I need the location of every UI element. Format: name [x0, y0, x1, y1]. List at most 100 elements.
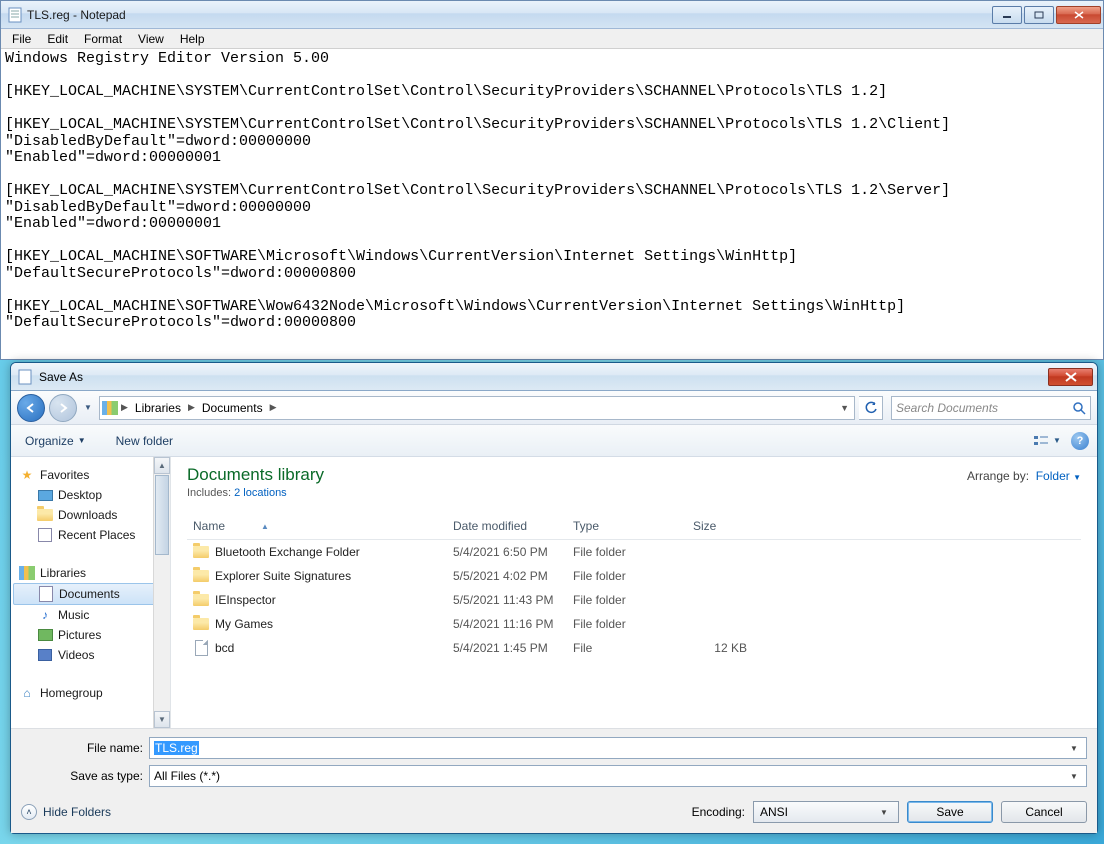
sidebar-recent-places[interactable]: Recent Places: [11, 525, 170, 545]
sidebar-scrollbar[interactable]: ▲ ▼: [153, 457, 170, 728]
breadcrumb-documents[interactable]: Documents: [198, 401, 267, 415]
table-row[interactable]: bcd5/4/2021 1:45 PMFile12 KB: [187, 636, 1081, 660]
notepad-titlebar[interactable]: TLS.reg - Notepad: [1, 1, 1103, 29]
sidebar-pictures[interactable]: Pictures: [11, 625, 170, 645]
scroll-down-button[interactable]: ▼: [154, 711, 170, 728]
sidebar-documents[interactable]: Documents: [13, 583, 168, 605]
saveas-titlebar[interactable]: Save As: [11, 363, 1097, 391]
column-name[interactable]: Name▲: [187, 517, 447, 535]
locations-link[interactable]: 2 locations: [234, 487, 287, 499]
new-folder-button[interactable]: New folder: [110, 430, 179, 452]
sidebar-homegroup[interactable]: ⌂Homegroup: [11, 683, 170, 703]
search-input[interactable]: Search Documents: [891, 396, 1091, 420]
maximize-button[interactable]: [1024, 6, 1054, 24]
saveas-title: Save As: [37, 370, 1048, 384]
saveas-close-button[interactable]: [1048, 368, 1093, 386]
music-icon: ♪: [37, 607, 53, 623]
notepad-title: TLS.reg - Notepad: [27, 8, 990, 22]
save-as-dialog: Save As ▼ ▶ Libraries ▶ Documents ▶ ▼ Se…: [10, 362, 1098, 834]
breadcrumb[interactable]: ▶ Libraries ▶ Documents ▶ ▼: [99, 396, 855, 420]
menu-format[interactable]: Format: [77, 30, 129, 48]
nav-back-button[interactable]: [17, 394, 45, 422]
file-type: File folder: [567, 544, 687, 560]
file-type: File folder: [567, 616, 687, 632]
hide-folders-button[interactable]: ˄ Hide Folders: [21, 804, 111, 820]
chevron-up-icon: ˄: [21, 804, 37, 820]
search-icon: [1072, 401, 1086, 415]
scroll-thumb[interactable]: [155, 475, 169, 555]
pictures-icon: [37, 627, 53, 643]
sidebar: ★Favorites Desktop Downloads Recent Plac…: [11, 457, 171, 728]
library-subtitle: Includes: 2 locations: [187, 487, 1081, 499]
file-type: File folder: [567, 592, 687, 608]
saveas-toolbar: Organize ▼ New folder ▼ ?: [11, 425, 1097, 457]
breadcrumb-libraries[interactable]: Libraries: [131, 401, 185, 415]
file-size: [687, 623, 767, 625]
column-type[interactable]: Type: [567, 517, 687, 535]
file-name: Explorer Suite Signatures: [215, 569, 351, 583]
savetype-combo[interactable]: All Files (*.*) ▼: [149, 765, 1087, 787]
filename-input[interactable]: TLS.reg ▼: [149, 737, 1087, 759]
folder-icon: [193, 592, 209, 608]
minimize-button[interactable]: [992, 6, 1022, 24]
table-row[interactable]: My Games5/4/2021 11:16 PMFile folder: [187, 612, 1081, 636]
filename-value: TLS.reg: [154, 741, 199, 755]
nav-forward-button[interactable]: [49, 394, 77, 422]
chevron-right-icon[interactable]: ▶: [118, 402, 131, 413]
file-icon: [193, 640, 209, 656]
chevron-down-icon[interactable]: ▼: [876, 803, 892, 821]
refresh-button[interactable]: [859, 396, 883, 420]
save-button[interactable]: Save: [907, 801, 993, 823]
view-options-button[interactable]: ▼: [1029, 430, 1065, 452]
file-date: 5/4/2021 6:50 PM: [447, 544, 567, 560]
column-size[interactable]: Size: [687, 517, 767, 535]
sidebar-music[interactable]: ♪Music: [11, 605, 170, 625]
folder-icon: [193, 544, 209, 560]
chevron-down-icon[interactable]: ▼: [1066, 767, 1082, 785]
table-row[interactable]: Bluetooth Exchange Folder 5/4/2021 6:50 P…: [187, 540, 1081, 564]
star-icon: ★: [19, 467, 35, 483]
scroll-up-button[interactable]: ▲: [154, 457, 170, 474]
recent-icon: [37, 527, 53, 543]
savetype-value: All Files (*.*): [154, 769, 220, 783]
menu-file[interactable]: File: [5, 30, 38, 48]
menu-edit[interactable]: Edit: [40, 30, 75, 48]
close-button[interactable]: [1056, 6, 1101, 24]
notepad-menubar: File Edit Format View Help: [1, 29, 1103, 49]
sidebar-favorites[interactable]: ★Favorites: [11, 465, 170, 485]
help-button[interactable]: ?: [1071, 432, 1089, 450]
sidebar-downloads[interactable]: Downloads: [11, 505, 170, 525]
sidebar-desktop[interactable]: Desktop: [11, 485, 170, 505]
table-row[interactable]: Explorer Suite Signatures5/5/2021 4:02 P…: [187, 564, 1081, 588]
sidebar-videos[interactable]: Videos: [11, 645, 170, 665]
menu-help[interactable]: Help: [173, 30, 212, 48]
folder-icon: [193, 568, 209, 584]
notepad-window: TLS.reg - Notepad File Edit Format View …: [0, 0, 1104, 360]
file-date: 5/4/2021 1:45 PM: [447, 640, 567, 656]
file-size: [687, 551, 767, 553]
chevron-right-icon[interactable]: ▶: [185, 402, 198, 413]
nav-history-dropdown[interactable]: ▼: [81, 396, 95, 420]
chevron-down-icon[interactable]: ▼: [1066, 739, 1082, 757]
breadcrumb-dropdown-icon[interactable]: ▼: [837, 403, 852, 413]
chevron-right-icon[interactable]: ▶: [267, 402, 280, 413]
cancel-button[interactable]: Cancel: [1001, 801, 1087, 823]
table-header: Name▲ Date modified Type Size: [187, 513, 1081, 540]
column-date[interactable]: Date modified: [447, 517, 567, 535]
file-name: Bluetooth Exchange Folder: [215, 545, 360, 559]
libraries-icon: [19, 565, 35, 581]
table-row[interactable]: IEInspector5/5/2021 11:43 PMFile folder: [187, 588, 1081, 612]
folder-icon: [193, 616, 209, 632]
file-type: File: [567, 640, 687, 656]
savetype-label: Save as type:: [21, 769, 149, 783]
encoding-combo[interactable]: ANSI ▼: [753, 801, 899, 823]
notepad-text-content[interactable]: Windows Registry Editor Version 5.00 [HK…: [1, 49, 1103, 359]
notepad-app-icon: [7, 7, 23, 23]
menu-view[interactable]: View: [131, 30, 171, 48]
saveas-app-icon: [17, 369, 33, 385]
organize-menu[interactable]: Organize ▼: [19, 430, 92, 452]
sort-asc-icon: ▲: [261, 522, 269, 531]
arrange-by[interactable]: Arrange by: Folder ▼: [967, 469, 1081, 483]
homegroup-icon: ⌂: [19, 685, 35, 701]
sidebar-libraries[interactable]: Libraries: [11, 563, 170, 583]
